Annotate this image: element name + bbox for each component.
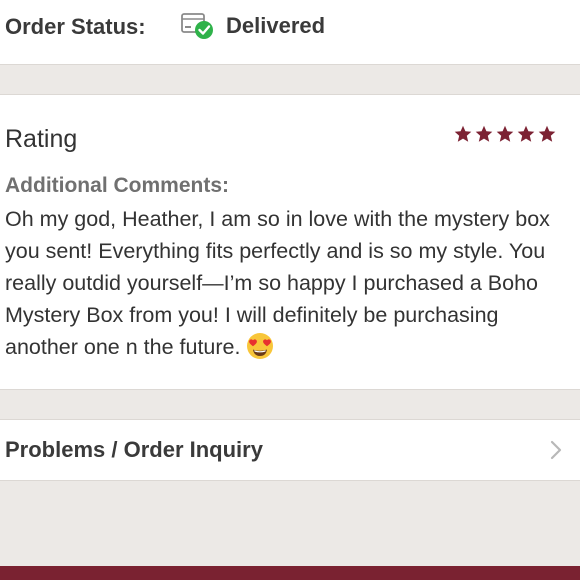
star-icon <box>454 125 472 142</box>
comments-label: Additional Comments: <box>5 174 229 197</box>
comments-body: Oh my god, Heather, I am so in love with… <box>5 207 550 359</box>
star-icon <box>475 125 493 142</box>
heart-eyes-emoji-icon <box>247 333 274 359</box>
rating-card: Rating Additional Comments: Oh my god, H… <box>0 95 580 389</box>
problems-label: Problems / Order Inquiry <box>5 437 263 462</box>
chevron-right-icon <box>550 440 562 460</box>
divider <box>0 64 580 65</box>
comments-text: Oh my god, Heather, I am so in love with… <box>5 203 575 363</box>
package-delivered-icon <box>181 13 213 39</box>
star-icon <box>496 125 514 142</box>
star-icon <box>517 125 535 142</box>
order-status-value: Delivered <box>226 13 326 38</box>
rating-stars <box>454 125 556 143</box>
rating-title: Rating <box>5 125 78 153</box>
divider <box>0 480 580 481</box>
problems-order-inquiry-row[interactable]: Problems / Order Inquiry <box>0 420 580 480</box>
order-status-row: Order Status: Delivered <box>0 0 580 64</box>
bottom-nav-bar <box>0 566 580 580</box>
divider <box>0 389 580 390</box>
order-status-label: Order Status: <box>5 14 146 39</box>
star-icon <box>538 125 556 142</box>
